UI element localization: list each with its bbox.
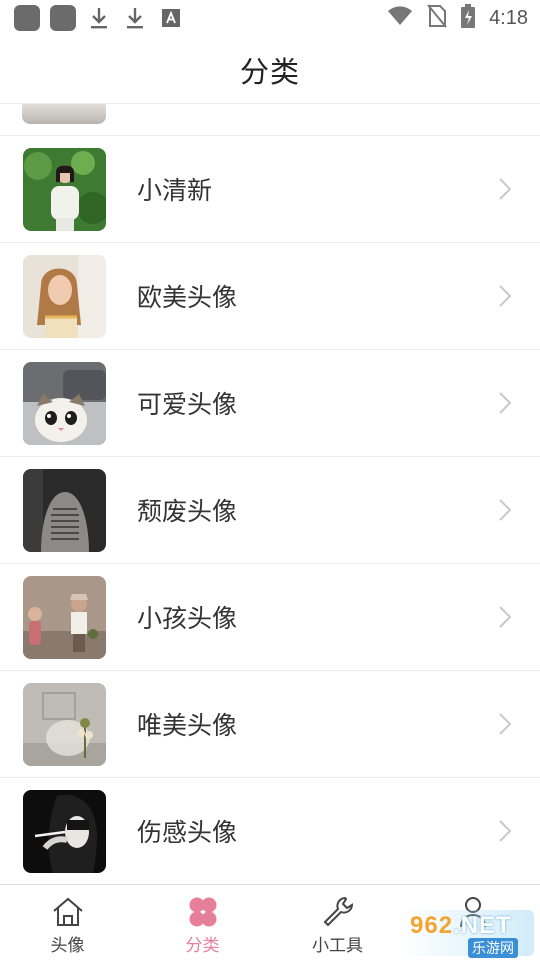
- tab-label: 分类: [185, 936, 220, 956]
- clover-icon: [189, 897, 216, 927]
- category-thumbnail: [23, 575, 106, 659]
- tab-label: 小工具: [312, 936, 363, 956]
- wifi-icon: [387, 6, 413, 30]
- tab-touxiang[interactable]: 头像: [0, 885, 135, 960]
- download-icon: [122, 5, 148, 31]
- status-right-icons: 4:18: [387, 4, 528, 32]
- watermark-logo: 962.NET 乐游网: [402, 910, 534, 958]
- watermark-text: 962.NET: [410, 912, 512, 940]
- home-icon: [52, 897, 83, 926]
- category-label: 可爱头像: [137, 390, 238, 419]
- tab-label: 头像: [50, 936, 85, 956]
- category-item-xiaohai[interactable]: 小孩头像: [0, 564, 540, 671]
- chevron-right-icon: [499, 285, 512, 307]
- status-left-icons: [14, 5, 184, 31]
- category-label: 颓废头像: [137, 497, 238, 526]
- app-bar: 分类: [0, 36, 540, 104]
- tab-fenlei[interactable]: 分类: [135, 885, 270, 960]
- download-icon: [86, 5, 112, 31]
- category-item-shanggan[interactable]: 伤感头像: [0, 778, 540, 884]
- category-label: 唯美头像: [137, 711, 238, 740]
- category-item-keai[interactable]: 可爱头像: [0, 350, 540, 457]
- category-item-weimei[interactable]: 唯美头像: [0, 671, 540, 778]
- app-square-icon: [50, 5, 76, 31]
- category-label: 欧美头像: [137, 283, 238, 312]
- category-thumbnail: [23, 254, 106, 338]
- category-thumbnail: [23, 468, 106, 552]
- category-label: 小孩头像: [137, 604, 238, 633]
- category-thumbnail: [23, 361, 106, 445]
- status-time: 4:18: [489, 6, 528, 29]
- category-item-xiaoqingxin[interactable]: 小清新: [0, 136, 540, 243]
- wrench-icon: [323, 896, 353, 927]
- chevron-right-icon: [499, 499, 512, 521]
- chevron-right-icon: [499, 392, 512, 414]
- no-sim-icon: [427, 4, 447, 32]
- chevron-right-icon: [499, 713, 512, 735]
- watermark-sub: 乐游网: [468, 938, 518, 958]
- tab-xiaogongju[interactable]: 小工具: [270, 885, 405, 960]
- partial-thumbnail: [22, 104, 106, 124]
- watermark-net: .NET: [453, 912, 512, 939]
- page-title: 分类: [239, 54, 300, 89]
- chevron-right-icon: [499, 606, 512, 628]
- category-item-oumei[interactable]: 欧美头像: [0, 243, 540, 350]
- category-thumbnail: [23, 789, 106, 873]
- category-label: 小清新: [137, 176, 213, 205]
- chevron-right-icon: [499, 820, 512, 842]
- category-list[interactable]: 小清新 欧美头像 可爱头像 颓废头像 小孩头像 唯美头像 伤感头像: [0, 104, 540, 884]
- category-thumbnail: [23, 682, 106, 766]
- font-icon: [158, 5, 184, 31]
- app-square-icon: [14, 5, 40, 31]
- category-item-tuifei[interactable]: 颓废头像: [0, 457, 540, 564]
- category-thumbnail: [23, 147, 106, 231]
- status-bar: 4:18: [0, 0, 540, 36]
- watermark-main: 962: [410, 912, 454, 939]
- battery-charging-icon: [461, 4, 476, 32]
- category-label: 伤感头像: [137, 818, 238, 847]
- chevron-right-icon: [499, 178, 512, 200]
